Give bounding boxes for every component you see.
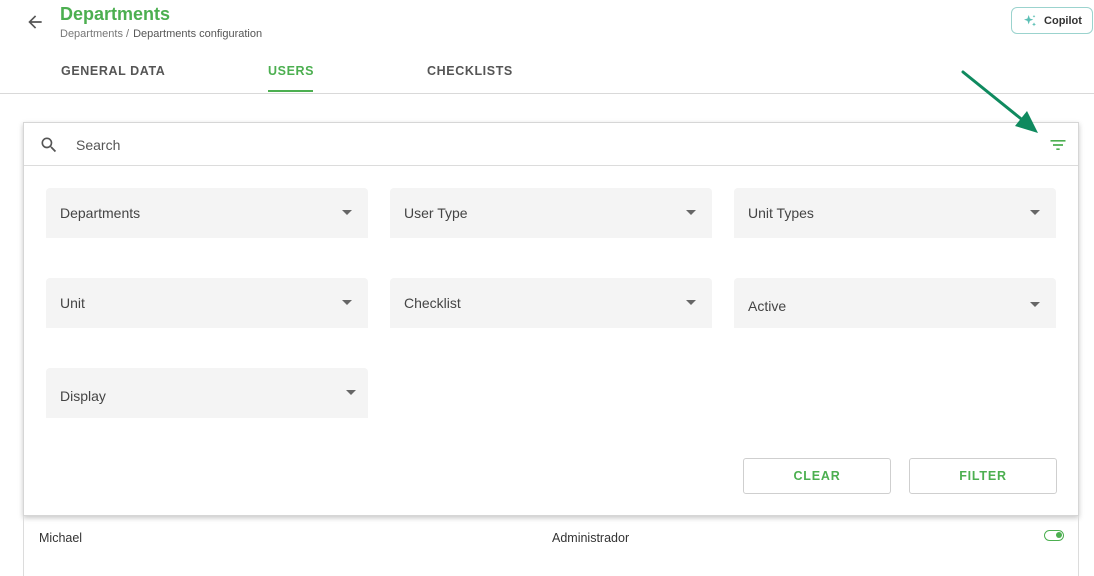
- page-title: Departments: [60, 4, 171, 24]
- tab-bar: GENERAL DATA USERS CHECKLISTS: [0, 52, 1094, 94]
- caret-down-icon: [686, 300, 696, 305]
- display-select[interactable]: Display: [46, 368, 368, 418]
- sparkle-icon: [1024, 14, 1037, 26]
- table-row[interactable]: Michael Administrador: [23, 516, 1079, 576]
- tab-checklists[interactable]: CHECKLISTS: [427, 64, 513, 78]
- back-button[interactable]: [22, 9, 48, 35]
- select-label: Departments: [60, 205, 141, 221]
- toggle-knob: [1056, 532, 1062, 538]
- active-toggle[interactable]: [1044, 530, 1064, 541]
- select-label: Checklist: [404, 295, 461, 311]
- user-type-select[interactable]: User Type: [390, 188, 712, 238]
- search-input[interactable]: [74, 133, 978, 157]
- clear-button[interactable]: CLEAR: [743, 458, 891, 494]
- caret-down-icon: [686, 210, 696, 215]
- unit-select[interactable]: Unit: [46, 278, 368, 328]
- select-label: Display: [60, 388, 106, 404]
- arrow-left-icon: [28, 15, 42, 29]
- select-label: User Type: [404, 205, 468, 221]
- breadcrumb-link-departments[interactable]: Departments /: [60, 28, 129, 40]
- row-role: Administrador: [552, 531, 630, 545]
- search-bar: [24, 123, 1078, 166]
- tab-general-data[interactable]: GENERAL DATA: [61, 64, 165, 78]
- caret-down-icon: [1030, 210, 1040, 215]
- copilot-button[interactable]: Copilot: [1011, 7, 1093, 34]
- departments-select[interactable]: Departments: [46, 188, 368, 238]
- caret-down-icon: [342, 300, 352, 305]
- active-select[interactable]: Active: [734, 278, 1056, 328]
- tab-users[interactable]: USERS: [268, 64, 314, 78]
- breadcrumb-current: Departments configuration: [133, 28, 263, 40]
- unit-types-select[interactable]: Unit Types: [734, 188, 1056, 238]
- filter-panel: Departments User Type Unit Types Unit Ch…: [23, 122, 1079, 516]
- caret-down-icon: [1030, 302, 1040, 307]
- search-icon: [41, 137, 57, 153]
- select-label: Unit: [60, 295, 85, 311]
- copilot-label: Copilot: [1044, 14, 1082, 27]
- select-label: Active: [748, 298, 787, 314]
- breadcrumb: Departments / Departments configuration: [60, 28, 262, 40]
- filter-button[interactable]: FILTER: [909, 458, 1057, 494]
- filter-list-icon[interactable]: [1048, 135, 1068, 155]
- annotation-arrow-icon: [961, 70, 1038, 133]
- checklist-select[interactable]: Checklist: [390, 278, 712, 328]
- select-label: Unit Types: [748, 205, 814, 221]
- caret-down-icon: [342, 210, 352, 215]
- caret-down-icon: [346, 390, 356, 395]
- row-name: Michael: [39, 531, 83, 545]
- active-tab-indicator: [268, 90, 313, 92]
